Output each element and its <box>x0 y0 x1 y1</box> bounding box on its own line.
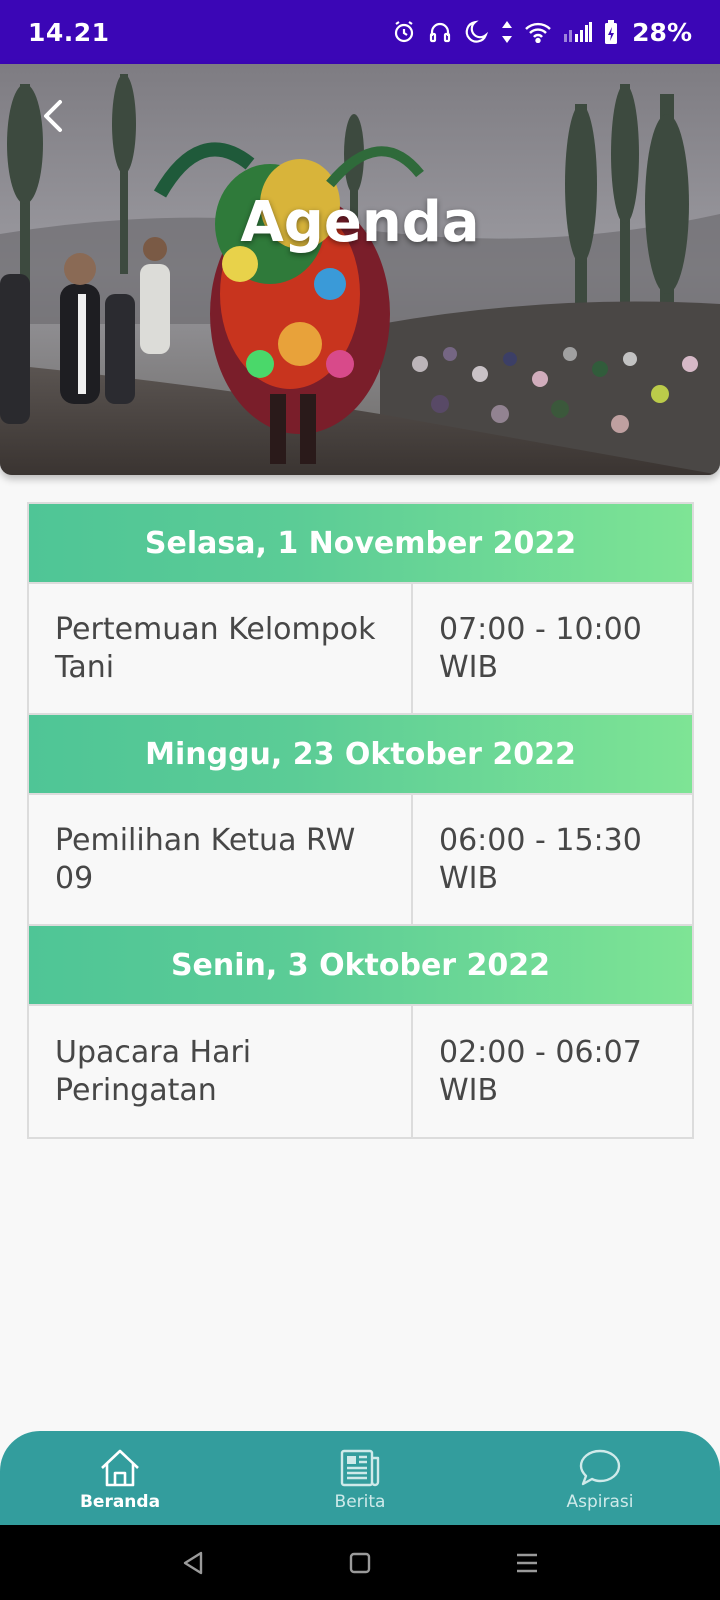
event-time: 06:00 - 15:30 WIB <box>439 822 642 896</box>
nav-item-berita[interactable]: Berita <box>240 1431 480 1525</box>
event-time: 07:00 - 10:00 WIB <box>439 611 642 685</box>
date-header: Senin, 3 Oktober 2022 <box>29 926 692 1006</box>
event-row[interactable]: Upacara Hari Peringatan 02:00 - 06:07 WI… <box>29 1006 692 1137</box>
battery-icon <box>605 20 618 44</box>
status-bar: 14.21 28% <box>0 0 720 64</box>
battery-percentage: 28% <box>632 17 692 47</box>
bottom-navigation: Beranda Berita Aspirasi <box>0 1431 720 1525</box>
alarm-icon <box>395 21 414 43</box>
nav-item-aspirasi[interactable]: Aspirasi <box>480 1431 720 1525</box>
date-header: Minggu, 23 Oktober 2022 <box>29 715 692 795</box>
nav-item-beranda[interactable]: Beranda <box>0 1431 240 1525</box>
status-icons: 28% <box>392 18 692 47</box>
data-arrows-icon <box>502 21 513 43</box>
headphones-icon <box>430 22 451 43</box>
agenda-table: Selasa, 1 November 2022 Pertemuan Kelomp… <box>27 502 694 1139</box>
wifi-icon <box>525 22 552 43</box>
event-time: 02:00 - 06:07 WIB <box>439 1034 642 1108</box>
back-button[interactable] <box>30 92 78 140</box>
back-triangle-icon <box>184 1551 203 1574</box>
system-recents-button[interactable] <box>503 1539 551 1587</box>
event-row[interactable]: Pemilihan Ketua RW 09 06:00 - 15:30 WIB <box>29 795 692 926</box>
recents-menu-icon <box>516 1553 537 1572</box>
page-title: Agenda <box>240 190 480 255</box>
status-time: 14.21 <box>28 17 110 47</box>
system-navigation-bar <box>0 1525 720 1600</box>
date-header: Selasa, 1 November 2022 <box>29 504 692 584</box>
event-row[interactable]: Pertemuan Kelompok Tani 07:00 - 10:00 WI… <box>29 584 692 715</box>
event-name: Pemilihan Ketua RW 09 <box>29 795 413 924</box>
system-back-button[interactable] <box>169 1539 217 1587</box>
chevron-left-icon <box>44 100 62 132</box>
home-icon <box>101 1449 139 1487</box>
hero-background-image <box>0 64 720 475</box>
chat-bubble-icon <box>579 1449 621 1486</box>
event-name: Upacara Hari Peringatan <box>29 1006 413 1137</box>
nav-label: Aspirasi <box>566 1492 634 1512</box>
newspaper-icon <box>340 1449 380 1487</box>
home-square-icon <box>349 1552 371 1573</box>
signal-icon <box>564 22 593 42</box>
nav-label: Berita <box>334 1492 386 1512</box>
system-home-button[interactable] <box>336 1539 384 1587</box>
moon-icon <box>465 20 489 43</box>
event-name: Pertemuan Kelompok Tani <box>29 584 413 713</box>
nav-label: Beranda <box>79 1492 161 1512</box>
hero-header: Agenda <box>0 64 720 475</box>
